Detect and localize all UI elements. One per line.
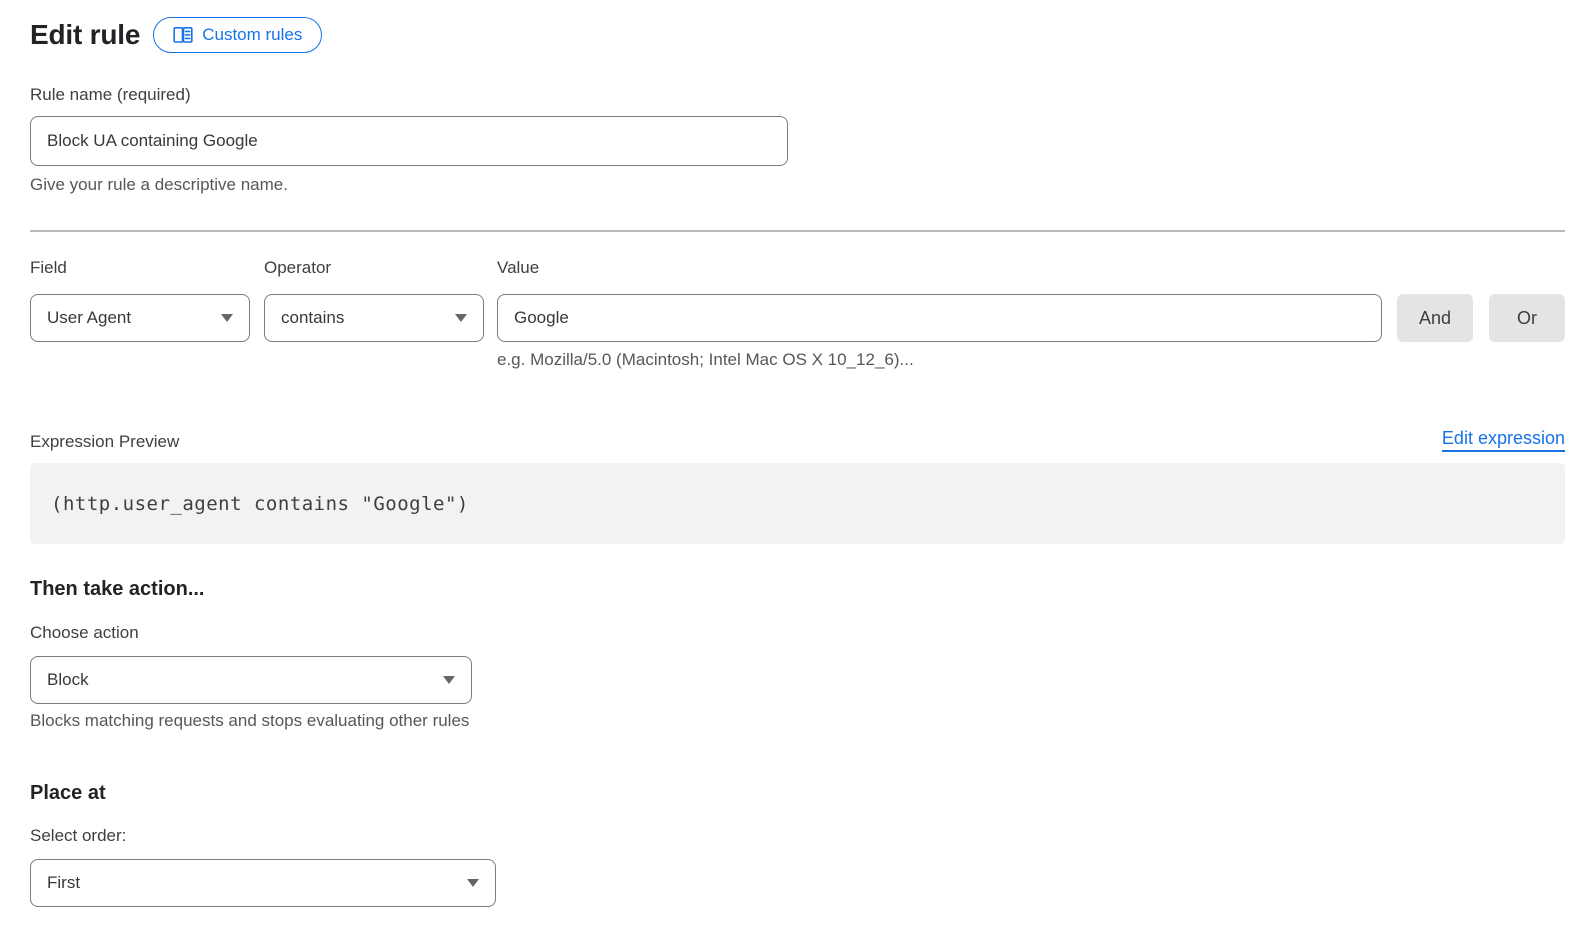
action-select[interactable]: Block bbox=[30, 656, 472, 704]
caret-down-icon bbox=[455, 314, 467, 322]
and-button[interactable]: And bbox=[1397, 294, 1473, 342]
caret-down-icon bbox=[443, 676, 455, 684]
expression-preview-box: (http.user_agent contains "Google") bbox=[30, 463, 1565, 544]
rule-name-label: Rule name (required) bbox=[30, 85, 1565, 105]
operator-select[interactable]: contains bbox=[264, 294, 484, 342]
select-order-label: Select order: bbox=[30, 826, 1565, 846]
action-help: Blocks matching requests and stops evalu… bbox=[30, 711, 1565, 731]
edit-expression-link[interactable]: Edit expression bbox=[1442, 428, 1565, 452]
book-icon bbox=[173, 26, 193, 44]
custom-rules-button-label: Custom rules bbox=[202, 25, 302, 45]
rule-name-input[interactable] bbox=[30, 116, 788, 166]
value-label: Value bbox=[497, 258, 539, 278]
or-button[interactable]: Or bbox=[1489, 294, 1565, 342]
value-input[interactable] bbox=[497, 294, 1382, 342]
field-select-value: User Agent bbox=[47, 308, 131, 328]
page-title: Edit rule bbox=[30, 19, 140, 51]
section-divider bbox=[30, 230, 1565, 232]
order-select[interactable]: First bbox=[30, 859, 496, 907]
expression-header-row: Expression Preview Edit expression bbox=[30, 428, 1565, 452]
condition-row: User Agent contains And Or bbox=[30, 294, 1565, 342]
expression-code: (http.user_agent contains "Google") bbox=[51, 493, 469, 515]
order-select-value: First bbox=[47, 873, 80, 893]
field-label: Field bbox=[30, 258, 264, 278]
operator-select-value: contains bbox=[281, 308, 344, 328]
caret-down-icon bbox=[467, 879, 479, 887]
caret-down-icon bbox=[221, 314, 233, 322]
value-help: e.g. Mozilla/5.0 (Macintosh; Intel Mac O… bbox=[497, 350, 1565, 370]
edit-rule-page: Edit rule Custom rules Rule name (requir… bbox=[0, 0, 1587, 952]
custom-rules-button[interactable]: Custom rules bbox=[153, 17, 322, 53]
expression-preview-label: Expression Preview bbox=[30, 432, 179, 452]
place-at-heading: Place at bbox=[30, 780, 1565, 806]
action-select-value: Block bbox=[47, 670, 89, 690]
choose-action-label: Choose action bbox=[30, 623, 1565, 643]
rule-name-help: Give your rule a descriptive name. bbox=[30, 175, 1565, 195]
operator-label: Operator bbox=[264, 258, 497, 278]
condition-labels-row: Field Operator Value bbox=[30, 258, 1565, 278]
field-select[interactable]: User Agent bbox=[30, 294, 250, 342]
action-heading: Then take action... bbox=[30, 576, 1565, 602]
page-header: Edit rule Custom rules bbox=[30, 16, 1565, 54]
